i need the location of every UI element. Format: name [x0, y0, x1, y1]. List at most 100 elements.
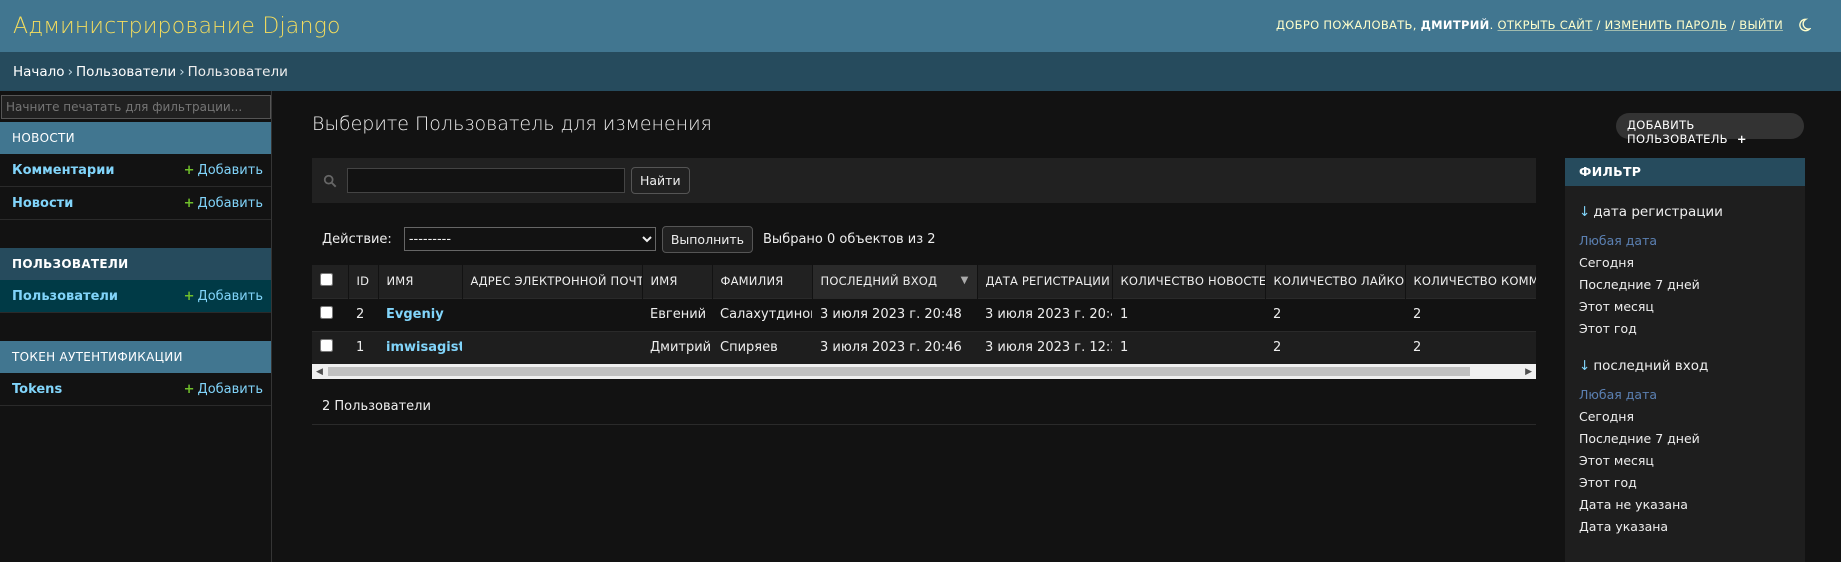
add-token-link[interactable]: + Добавить: [184, 382, 263, 397]
filter-option[interactable]: Любая дата: [1579, 230, 1805, 252]
select-all-header: [312, 265, 349, 298]
filter-option[interactable]: Дата указана: [1579, 516, 1805, 538]
app-caption-users[interactable]: Пользователи: [0, 248, 271, 280]
cell-comments-count: 2: [1405, 330, 1536, 364]
plus-icon: +: [183, 162, 195, 178]
user-link[interactable]: imwisagist: [386, 340, 462, 355]
model-link-tokens[interactable]: Tokens: [12, 382, 62, 397]
horizontal-scrollbar[interactable]: ◀ ▶: [312, 364, 1536, 379]
column-header-comments-count[interactable]: Количество комментариев: [1405, 265, 1536, 298]
breadcrumb: Начало › Пользователи › Пользователи: [0, 52, 1841, 91]
filter-option[interactable]: Последние 7 дней: [1579, 428, 1805, 450]
cell-first-name: Дмитрий: [642, 330, 712, 364]
add-news-link[interactable]: + Добавить: [184, 196, 263, 211]
breadcrumb-current: Пользователи: [187, 64, 288, 80]
add-user-button[interactable]: Добавить пользователь +: [1616, 113, 1804, 146]
plus-icon: +: [1736, 132, 1747, 146]
theme-toggle-moon-icon[interactable]: [1797, 18, 1812, 35]
action-select[interactable]: ---------: [403, 227, 656, 251]
cell-last-login: 3 июля 2023 г. 20:46: [812, 330, 977, 364]
column-header-first-name[interactable]: Имя: [642, 265, 713, 298]
column-header-likes-count[interactable]: Количество лайков: [1265, 265, 1406, 298]
filter-option[interactable]: Этот месяц: [1579, 296, 1805, 318]
scroll-right-arrow-icon[interactable]: ▶: [1525, 367, 1532, 377]
cell-id: 1: [348, 330, 378, 364]
cell-email: [462, 297, 642, 331]
filter-option[interactable]: Этот год: [1579, 318, 1805, 340]
filter-option[interactable]: Сегодня: [1579, 406, 1805, 428]
filter-option[interactable]: Последние 7 дней: [1579, 274, 1805, 296]
scroll-left-arrow-icon[interactable]: ◀: [316, 367, 323, 377]
add-user-link[interactable]: + Добавить: [184, 289, 263, 304]
run-action-button[interactable]: Выполнить: [661, 225, 754, 253]
model-link-users[interactable]: Пользователи: [12, 289, 118, 304]
nav-filter-input[interactable]: [1, 95, 271, 119]
select-all-checkbox[interactable]: [320, 273, 333, 287]
table-row: 1 imwisagist Дмитрий Спиряев 3 июля 2023…: [312, 330, 1536, 364]
change-password-link[interactable]: Изменить пароль: [1605, 18, 1728, 32]
nav-sidebar: Новости Комментарии +Добавить Новости +Д…: [0, 91, 272, 562]
filter-option[interactable]: Любая дата: [1579, 384, 1805, 406]
app-module-users: Пользователи Пользователи + Добавить: [0, 248, 271, 313]
column-header-last-name[interactable]: Фамилия: [712, 265, 813, 298]
breadcrumb-separator: ›: [179, 64, 185, 80]
row-checkbox[interactable]: [320, 306, 333, 319]
header: Администрирование Django Добро пожаловат…: [0, 0, 1841, 52]
cell-last-login: 3 июля 2023 г. 20:48: [812, 297, 977, 331]
column-header-date-joined[interactable]: Дата регистрации: [977, 265, 1113, 298]
cell-email: [462, 330, 642, 364]
add-label: Добавить: [197, 288, 263, 304]
column-header-last-login[interactable]: Последний вход ▼: [812, 265, 978, 298]
page-title: Выберите Пользователь для изменения: [312, 113, 712, 135]
column-header-username[interactable]: Имя: [378, 265, 463, 298]
logout-link[interactable]: Выйти: [1739, 18, 1783, 32]
cell-news-count: 1: [1112, 330, 1265, 364]
app-caption-news[interactable]: Новости: [0, 122, 271, 154]
site-brand[interactable]: Администрирование Django: [13, 14, 341, 39]
username: Дмитрий: [1420, 18, 1490, 32]
add-label: Добавить: [197, 195, 263, 211]
paginator: 2 Пользователи: [312, 391, 1536, 425]
user-tools: Добро пожаловать, Дмитрий. Открыть сайт …: [1276, 18, 1812, 35]
arrow-down-icon: ↓: [1579, 358, 1591, 374]
breadcrumb-separator: ›: [67, 64, 73, 80]
cell-last-name: Салахутдинов: [712, 297, 812, 331]
cell-first-name: Евгений: [642, 297, 712, 331]
scrollbar-thumb[interactable]: [328, 367, 1470, 376]
breadcrumb-home[interactable]: Начало: [13, 64, 65, 80]
plus-icon: +: [183, 195, 195, 211]
filter-group-label: дата регистрации: [1593, 204, 1723, 220]
filter-option[interactable]: Этот месяц: [1579, 450, 1805, 472]
column-header-email[interactable]: Адрес электронной почты: [462, 265, 643, 298]
sort-descending-icon[interactable]: ▼: [961, 275, 969, 286]
cell-likes-count: 2: [1265, 330, 1405, 364]
sidebar-item-news: Новости + Добавить: [0, 187, 271, 220]
sidebar-item-users: Пользователи + Добавить: [0, 280, 271, 313]
arrow-down-icon: ↓: [1579, 204, 1591, 220]
filter-group-title[interactable]: ↓ дата регистрации: [1579, 204, 1805, 220]
cell-username: Evgeniy: [378, 297, 462, 331]
filter-option[interactable]: Этот год: [1579, 472, 1805, 494]
filter-group-title[interactable]: ↓ последний вход: [1579, 358, 1805, 374]
filter-option[interactable]: Сегодня: [1579, 252, 1805, 274]
search-icon: [323, 174, 337, 187]
plus-icon: +: [183, 288, 195, 304]
search-button[interactable]: Найти: [631, 167, 690, 194]
breadcrumb-app[interactable]: Пользователи: [76, 64, 176, 80]
row-checkbox[interactable]: [320, 339, 333, 353]
sidebar-item-tokens: Tokens + Добавить: [0, 373, 271, 406]
filter-options-date-joined: Любая дата Сегодня Последние 7 дней Этот…: [1565, 230, 1805, 340]
app-module-news: Новости Комментарии + Добавить Новости + Д…: [0, 122, 271, 220]
user-link[interactable]: Evgeniy: [386, 307, 444, 322]
column-header-id[interactable]: ID: [348, 265, 379, 298]
model-link-comments[interactable]: Комментарии: [12, 163, 114, 178]
model-link-news[interactable]: Новости: [12, 196, 73, 211]
app-caption-auth-token[interactable]: Токен аутентификации: [0, 341, 271, 373]
view-site-link[interactable]: Открыть сайт: [1498, 18, 1593, 32]
search-input[interactable]: [347, 168, 625, 193]
column-header-news-count[interactable]: Количество новостей: [1112, 265, 1266, 298]
actions-bar: Действие: --------- Выполнить Выбрано 0 …: [312, 223, 1536, 255]
add-comment-link[interactable]: + Добавить: [184, 163, 263, 178]
filter-option[interactable]: Дата не указана: [1579, 494, 1805, 516]
cell-comments-count: 2: [1405, 297, 1536, 331]
